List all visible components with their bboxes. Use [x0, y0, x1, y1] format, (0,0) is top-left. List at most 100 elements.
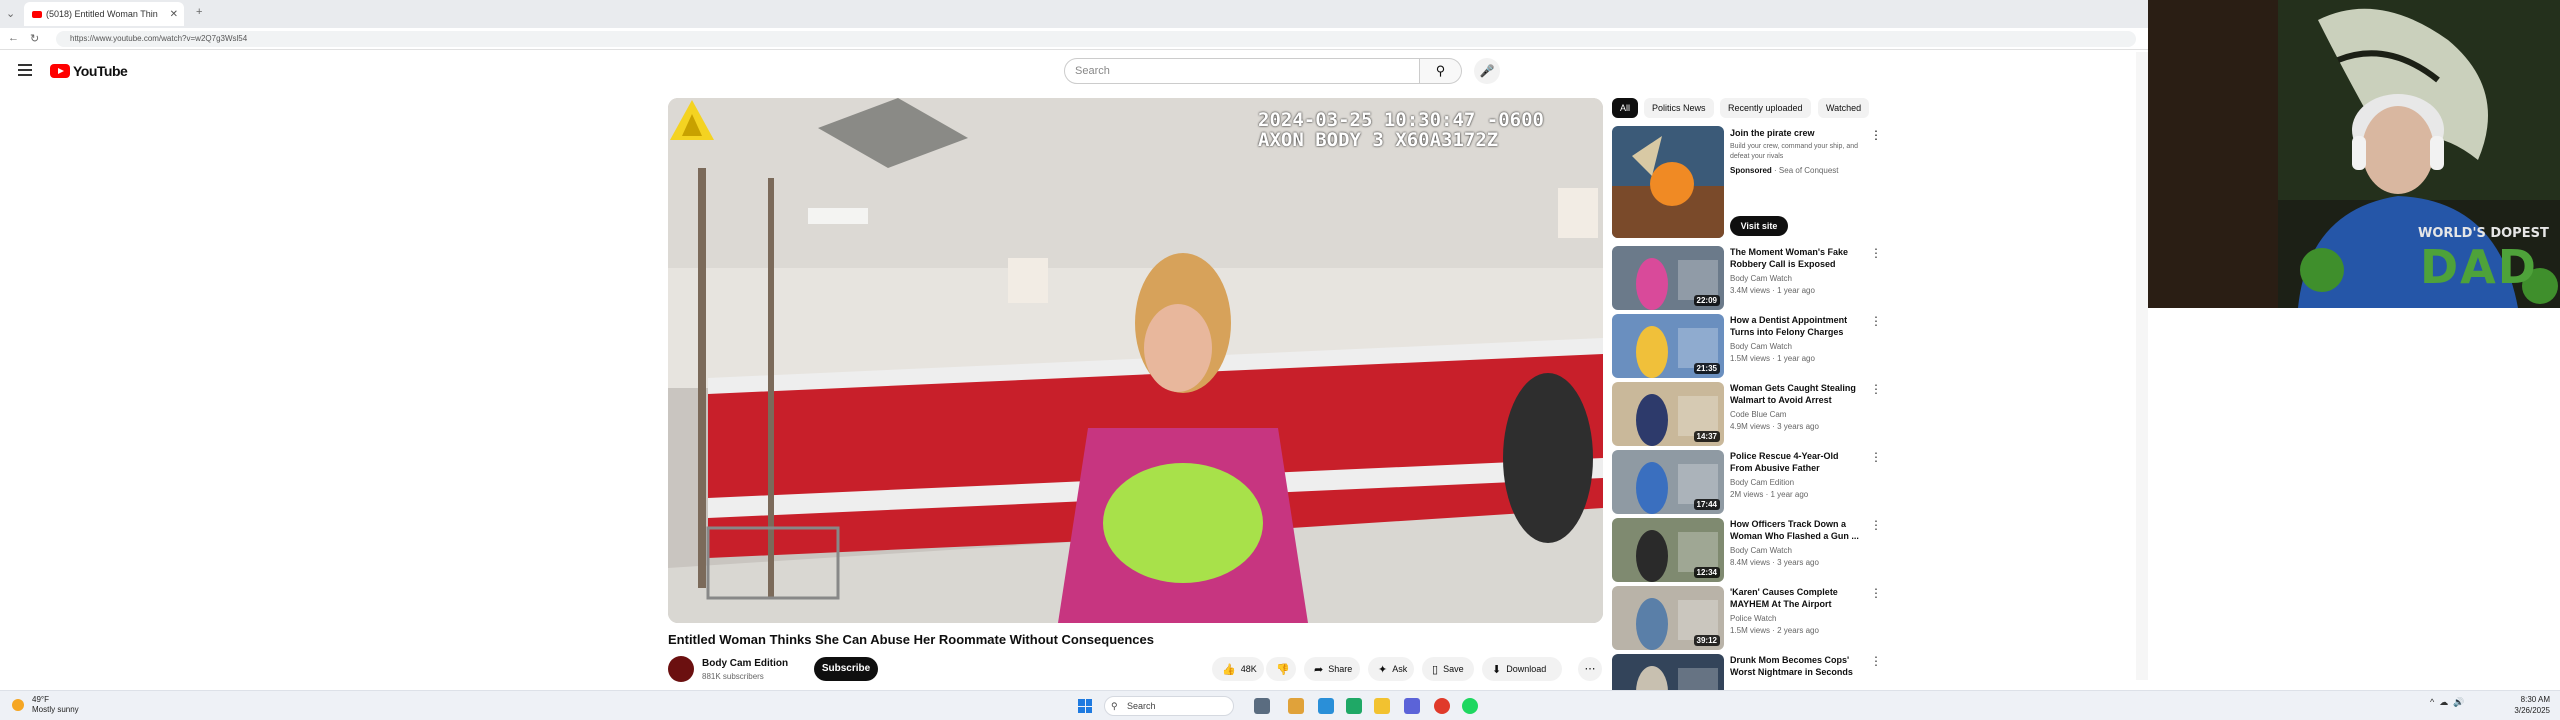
share-label: Share: [1328, 664, 1353, 674]
recommendation-channel[interactable]: Police Watch: [1730, 614, 1776, 623]
like-button[interactable]: 👍 48K: [1212, 657, 1264, 681]
youtube-favicon-icon: [32, 10, 42, 18]
recommendation-thumbnail[interactable]: 39:12: [1612, 586, 1724, 650]
recommendation-meta: 4.9M views · 3 years ago: [1730, 422, 1819, 431]
ask-button[interactable]: ✦ Ask: [1368, 657, 1414, 681]
camera-id-line: AXON BODY 3 X60A3172Z: [1258, 129, 1499, 151]
recommendation-item[interactable]: 17:44 Police Rescue 4-Year-Old From Abusi…: [1612, 450, 1882, 514]
recommendation-thumbnail[interactable]: 14:37: [1612, 382, 1724, 446]
ad-thumbnail[interactable]: [1612, 126, 1724, 238]
video-frame: [668, 98, 1603, 623]
taskbar-search-label: Search: [1127, 701, 1156, 711]
search-icon[interactable]: ⚲: [1420, 58, 1462, 84]
shirt-text-main: DAD: [2420, 240, 2538, 294]
sponsored-card[interactable]: Join the pirate crew Build your crew, co…: [1612, 126, 1882, 242]
subscribe-button[interactable]: Subscribe: [814, 657, 878, 681]
recommendation-options-icon[interactable]: ⋮: [1870, 518, 1882, 532]
recommendation-options-icon[interactable]: ⋮: [1870, 450, 1882, 464]
windows-start-icon[interactable]: [1078, 699, 1092, 713]
recommendation-channel[interactable]: Body Cam Edition: [1730, 478, 1794, 487]
edge-browser-icon[interactable]: [1318, 698, 1334, 714]
spotify-icon[interactable]: [1462, 698, 1478, 714]
share-button[interactable]: ➦ Share: [1304, 657, 1360, 681]
store-icon[interactable]: [1346, 698, 1362, 714]
chrome-icon[interactable]: [1434, 698, 1450, 714]
channel-name[interactable]: Body Cam Edition: [702, 658, 788, 669]
close-tab-icon[interactable]: ✕: [170, 9, 178, 20]
recommendation-title[interactable]: Drunk Mom Becomes Cops' Worst Nightmare …: [1730, 654, 1862, 678]
recommendation-options-icon[interactable]: ⋮: [1870, 654, 1882, 668]
clock-date: 3/26/2025: [2514, 706, 2550, 715]
recommendation-title[interactable]: How Officers Track Down a Woman Who Flas…: [1730, 518, 1862, 542]
taskbar-search-icon: ⚲: [1111, 701, 1118, 711]
recommendation-channel[interactable]: Body Cam Watch: [1730, 546, 1792, 555]
search-input[interactable]: Search: [1064, 58, 1420, 84]
recommendation-title[interactable]: 'Karen' Causes Complete MAYHEM At The Ai…: [1730, 586, 1862, 610]
axon-logo-icon: [670, 100, 714, 140]
menu-icon[interactable]: [18, 64, 32, 76]
recommendation-options-icon[interactable]: ⋮: [1870, 314, 1882, 328]
back-icon[interactable]: ←: [8, 32, 19, 44]
clock[interactable]: 8:30 AM 3/26/2025: [2500, 694, 2550, 716]
weather-widget[interactable]: 49°F Mostly sunny: [12, 695, 79, 715]
recommendation-meta: 8.4M views · 3 years ago: [1730, 558, 1819, 567]
tab-list-icon[interactable]: ⌄: [6, 7, 15, 20]
ad-options-icon[interactable]: ⋮: [1870, 128, 1882, 142]
save-button[interactable]: ▯ Save: [1422, 657, 1474, 681]
recommendation-title[interactable]: Police Rescue 4-Year-Old From Abusive Fa…: [1730, 450, 1862, 474]
bookmark-icon: ▯: [1432, 663, 1439, 676]
recommendation-options-icon[interactable]: ⋮: [1870, 246, 1882, 260]
recommendation-item[interactable]: 39:12 'Karen' Causes Complete MAYHEM At T…: [1612, 586, 1882, 650]
reload-icon[interactable]: ↻: [30, 32, 39, 45]
browser-tab[interactable]: (5018) Entitled Woman Thin ✕: [24, 2, 184, 26]
dislike-button[interactable]: 👎: [1266, 657, 1296, 681]
url-field[interactable]: https://www.youtube.com/watch?v=w2Q7g3Ws…: [56, 31, 2136, 47]
recommendation-thumbnail[interactable]: 12:34: [1612, 518, 1724, 582]
video-duration: 17:44: [1693, 499, 1720, 510]
video-duration: 21:35: [1693, 363, 1720, 374]
recommendation-thumbnail[interactable]: 21:35: [1612, 314, 1724, 378]
chip-watched[interactable]: Watched: [1818, 98, 1870, 118]
chip-all[interactable]: All: [1612, 98, 1639, 118]
visit-site-button[interactable]: Visit site: [1730, 216, 1788, 236]
system-tray[interactable]: ^ ☁ 🔊: [2430, 697, 2464, 708]
discord-icon[interactable]: [1404, 698, 1420, 714]
chip-politics-news[interactable]: Politics News: [1644, 98, 1714, 118]
recommendation-item[interactable]: 22:09 The Moment Woman's Fake Robbery Cal…: [1612, 246, 1882, 310]
video-duration: 12:34: [1693, 567, 1720, 578]
ad-title[interactable]: Join the pirate crew: [1730, 128, 1815, 138]
more-actions-icon[interactable]: ⋯: [1578, 657, 1602, 681]
video-duration: 22:09: [1693, 295, 1720, 306]
recommendation-thumbnail[interactable]: 22:09: [1612, 246, 1724, 310]
recommendation-thumbnail[interactable]: 17:44: [1612, 450, 1724, 514]
channel-avatar[interactable]: [668, 656, 694, 682]
download-button[interactable]: ⬇ Download: [1482, 657, 1562, 681]
recommendation-title[interactable]: The Moment Woman's Fake Robbery Call is …: [1730, 246, 1862, 270]
recommendation-options-icon[interactable]: ⋮: [1870, 382, 1882, 396]
recommendation-channel[interactable]: Body Cam Watch: [1730, 342, 1792, 351]
recommendation-channel[interactable]: Body Cam Watch: [1730, 274, 1792, 283]
sponsored-label: Sponsored: [1730, 166, 1772, 175]
folder-icon[interactable]: [1374, 698, 1390, 714]
task-view-icon[interactable]: [1254, 698, 1270, 714]
recommendation-item[interactable]: 12:34 How Officers Track Down a Woman Who…: [1612, 518, 1882, 582]
chip-recently-uploaded[interactable]: Recently uploaded: [1720, 98, 1811, 118]
recommendation-title[interactable]: How a Dentist Appointment Turns into Fel…: [1730, 314, 1862, 338]
ad-thumbnail-image: [1612, 126, 1724, 238]
recommendation-item[interactable]: 14:37 Woman Gets Caught Stealing Walmart …: [1612, 382, 1882, 446]
sun-icon: [12, 699, 24, 711]
video-player[interactable]: 2024-03-25 10:30:47 -0600 AXON BODY 3 X6…: [668, 98, 1603, 623]
recommendation-meta: 3.4M views · 1 year ago: [1730, 286, 1815, 295]
file-explorer-icon[interactable]: [1288, 698, 1304, 714]
youtube-logo[interactable]: YouTube: [50, 63, 128, 79]
taskbar-search[interactable]: ⚲ Search: [1104, 696, 1234, 716]
microphone-icon[interactable]: 🎤: [1474, 58, 1500, 84]
browser-tab-bar: ⌄ (5018) Entitled Woman Thin ✕ +: [0, 0, 2148, 28]
ad-sponsor-line: Sponsored · Sea of Conquest: [1730, 166, 1839, 175]
recommendation-options-icon[interactable]: ⋮: [1870, 586, 1882, 600]
page-scrollbar[interactable]: [2136, 52, 2148, 680]
recommendation-channel[interactable]: Code Blue Cam: [1730, 410, 1786, 419]
recommendation-title[interactable]: Woman Gets Caught Stealing Walmart to Av…: [1730, 382, 1862, 406]
recommendation-item[interactable]: 21:35 How a Dentist Appointment Turns int…: [1612, 314, 1882, 378]
new-tab-button[interactable]: +: [196, 6, 202, 18]
